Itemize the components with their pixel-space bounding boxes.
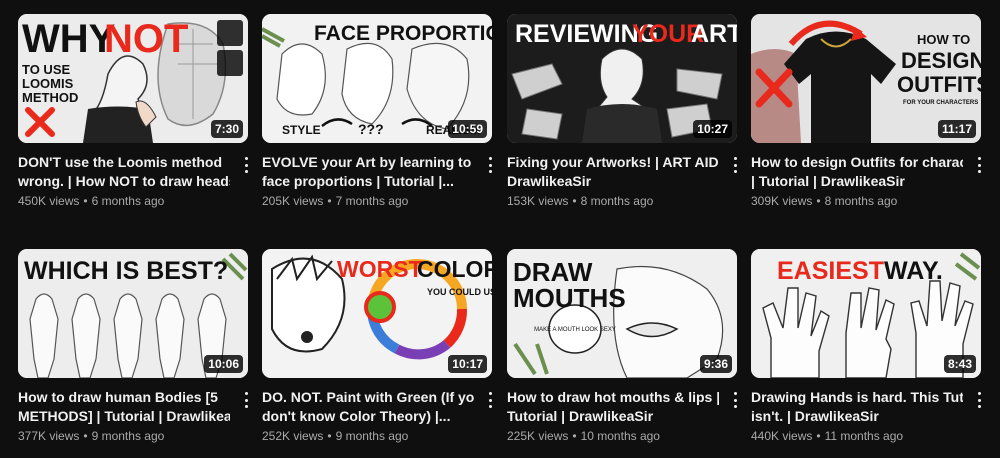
video-title[interactable]: EVOLVE your Art by learning to draw face… — [262, 153, 474, 191]
video-thumbnail[interactable]: REVIEWING YOUR ART 10:27 — [507, 14, 737, 143]
upload-age: 11 months ago — [824, 429, 904, 443]
view-count: 205K views — [262, 194, 324, 208]
video-meta: 252K views • 9 months ago — [262, 429, 409, 443]
thumb-text-line: LOOMIS — [22, 76, 74, 91]
title-line: EVOLVE your Art by learning to draw — [262, 154, 474, 170]
more-options-icon[interactable] — [973, 155, 985, 175]
more-options-icon[interactable] — [729, 155, 741, 175]
thumb-text: HOW TO — [917, 32, 970, 47]
thumb-text: COLOR — [417, 256, 492, 282]
title-line: don't know Color Theory) |... — [262, 408, 451, 424]
upload-age: 8 months ago — [580, 194, 654, 208]
thumb-text-not: NOT — [104, 17, 188, 61]
video-thumbnail[interactable]: WORST COLOR YOU COULD USE 10:17 — [262, 249, 492, 378]
video-thumbnail[interactable]: EASIEST WAY. 8:43 — [751, 249, 981, 378]
video-meta: 153K views • 8 months ago — [507, 194, 654, 208]
title-line: Tutorial | DrawlikeaSir — [507, 408, 654, 424]
thumb-text-line: METHOD — [22, 90, 78, 105]
title-line: How to draw hot mouths & lips | — [507, 389, 719, 405]
video-title[interactable]: How to draw hot mouths & lips | Tutorial… — [507, 388, 719, 426]
title-line: METHODS] | Tutorial | DrawlikeaSir — [18, 408, 230, 424]
duration-badge: 10:59 — [448, 120, 487, 138]
thumb-text: FOR YOUR CHARACTERS — [903, 100, 978, 106]
title-line: How to draw human Bodies [5 — [18, 389, 218, 405]
duration-badge: 9:36 — [699, 355, 732, 373]
thumb-label: STYLE — [282, 123, 321, 137]
upload-age: 9 months ago — [91, 429, 165, 443]
video-title[interactable]: Drawing Hands is hard. This Tutorial isn… — [751, 388, 963, 426]
add-to-queue-icon[interactable] — [217, 50, 243, 76]
thumb-text: WORST — [337, 256, 423, 282]
duration-badge: 10:06 — [204, 355, 243, 373]
thumb-text: OUTFITS — [897, 72, 981, 97]
title-line: Drawing Hands is hard. This Tutorial — [751, 389, 963, 405]
more-options-icon[interactable] — [484, 155, 496, 175]
title-line: | Tutorial | DrawlikeaSir — [751, 173, 905, 189]
video-meta: 205K views • 7 months ago — [262, 194, 409, 208]
video-thumbnail[interactable]: DRAW MOUTHS MAKE A MOUTH LOOK SEXY 9:36 — [507, 249, 737, 378]
title-line: DrawlikeaSir — [507, 173, 592, 189]
video-title[interactable]: How to design Outfits for characters | T… — [751, 153, 963, 191]
thumb-title: FACE PROPORTIONS — [314, 22, 492, 45]
thumb-title: WHICH IS BEST? — [24, 257, 228, 285]
view-count: 252K views — [262, 429, 324, 443]
thumb-text-line: TO USE — [22, 62, 70, 77]
duration-badge: 10:17 — [448, 355, 487, 373]
upload-age: 10 months ago — [580, 429, 660, 443]
speech-bubble-text: MAKE A MOUTH LOOK SEXY — [534, 327, 616, 333]
video-title[interactable]: How to draw human Bodies [5 METHODS] | T… — [18, 388, 230, 426]
video-thumbnail[interactable]: FACE PROPORTIONS STYLE ??? REALISM 10:59 — [262, 14, 492, 143]
video-meta: 377K views • 9 months ago — [18, 429, 165, 443]
upload-age: 8 months ago — [824, 194, 898, 208]
video-title[interactable]: DO. NOT. Paint with Green (If you don't … — [262, 388, 474, 426]
title-line: DON'T use the Loomis method — [18, 154, 223, 170]
duration-badge: 10:27 — [693, 120, 732, 138]
more-options-icon[interactable] — [729, 390, 741, 410]
upload-age: 7 months ago — [335, 194, 409, 208]
view-count: 377K views — [18, 429, 80, 443]
more-options-icon[interactable] — [973, 390, 985, 410]
title-line: Fixing your Artworks! | ART AID | — [507, 154, 719, 170]
thumb-text: MOUTHS — [513, 283, 626, 313]
duration-badge: 11:17 — [937, 120, 976, 138]
title-line: wrong. | How NOT to draw heads |... — [18, 173, 230, 189]
title-line: DO. NOT. Paint with Green (If you — [262, 389, 474, 405]
title-line: face proportions | Tutorial |... — [262, 173, 454, 189]
more-options-icon[interactable] — [240, 390, 252, 410]
video-thumbnail[interactable]: WHICH IS BEST? 10:06 — [18, 249, 248, 378]
view-count: 450K views — [18, 194, 80, 208]
view-count: 225K views — [507, 429, 569, 443]
video-meta: 450K views • 6 months ago — [18, 194, 165, 208]
video-title[interactable]: Fixing your Artworks! | ART AID | Drawli… — [507, 153, 719, 191]
more-options-icon[interactable] — [240, 155, 252, 175]
thumb-text: WAY. — [884, 257, 943, 285]
more-options-icon[interactable] — [484, 390, 496, 410]
hover-actions — [217, 20, 243, 76]
upload-age: 6 months ago — [91, 194, 165, 208]
view-count: 153K views — [507, 194, 569, 208]
upload-age: 9 months ago — [335, 429, 409, 443]
thumb-text-why: WHY — [22, 17, 116, 61]
video-thumbnail[interactable]: HOW TO DESIGN OUTFITS FOR YOUR CHARACTER… — [751, 14, 981, 143]
view-count: 440K views — [751, 429, 813, 443]
duration-badge: 8:43 — [943, 355, 976, 373]
title-line: How to design Outfits for characters — [751, 154, 963, 170]
view-count: 309K views — [751, 194, 813, 208]
thumb-text: DESIGN — [901, 48, 981, 73]
thumb-label: ??? — [358, 121, 384, 137]
thumb-text: EASIEST — [777, 257, 884, 285]
duration-badge: 7:30 — [210, 120, 243, 138]
thumb-text: YOU COULD USE — [427, 287, 492, 297]
video-title[interactable]: DON'T use the Loomis method wrong. | How… — [18, 153, 230, 191]
video-meta: 309K views • 8 months ago — [751, 194, 898, 208]
video-meta: 440K views • 11 months ago — [751, 429, 904, 443]
video-meta: 225K views • 10 months ago — [507, 429, 660, 443]
thumb-text: ART — [691, 20, 737, 48]
title-line: isn't. | DrawlikeaSir — [751, 408, 879, 424]
video-thumbnail[interactable]: WHY NOT TO USE LOOMIS METHOD 7:30 — [18, 14, 248, 143]
